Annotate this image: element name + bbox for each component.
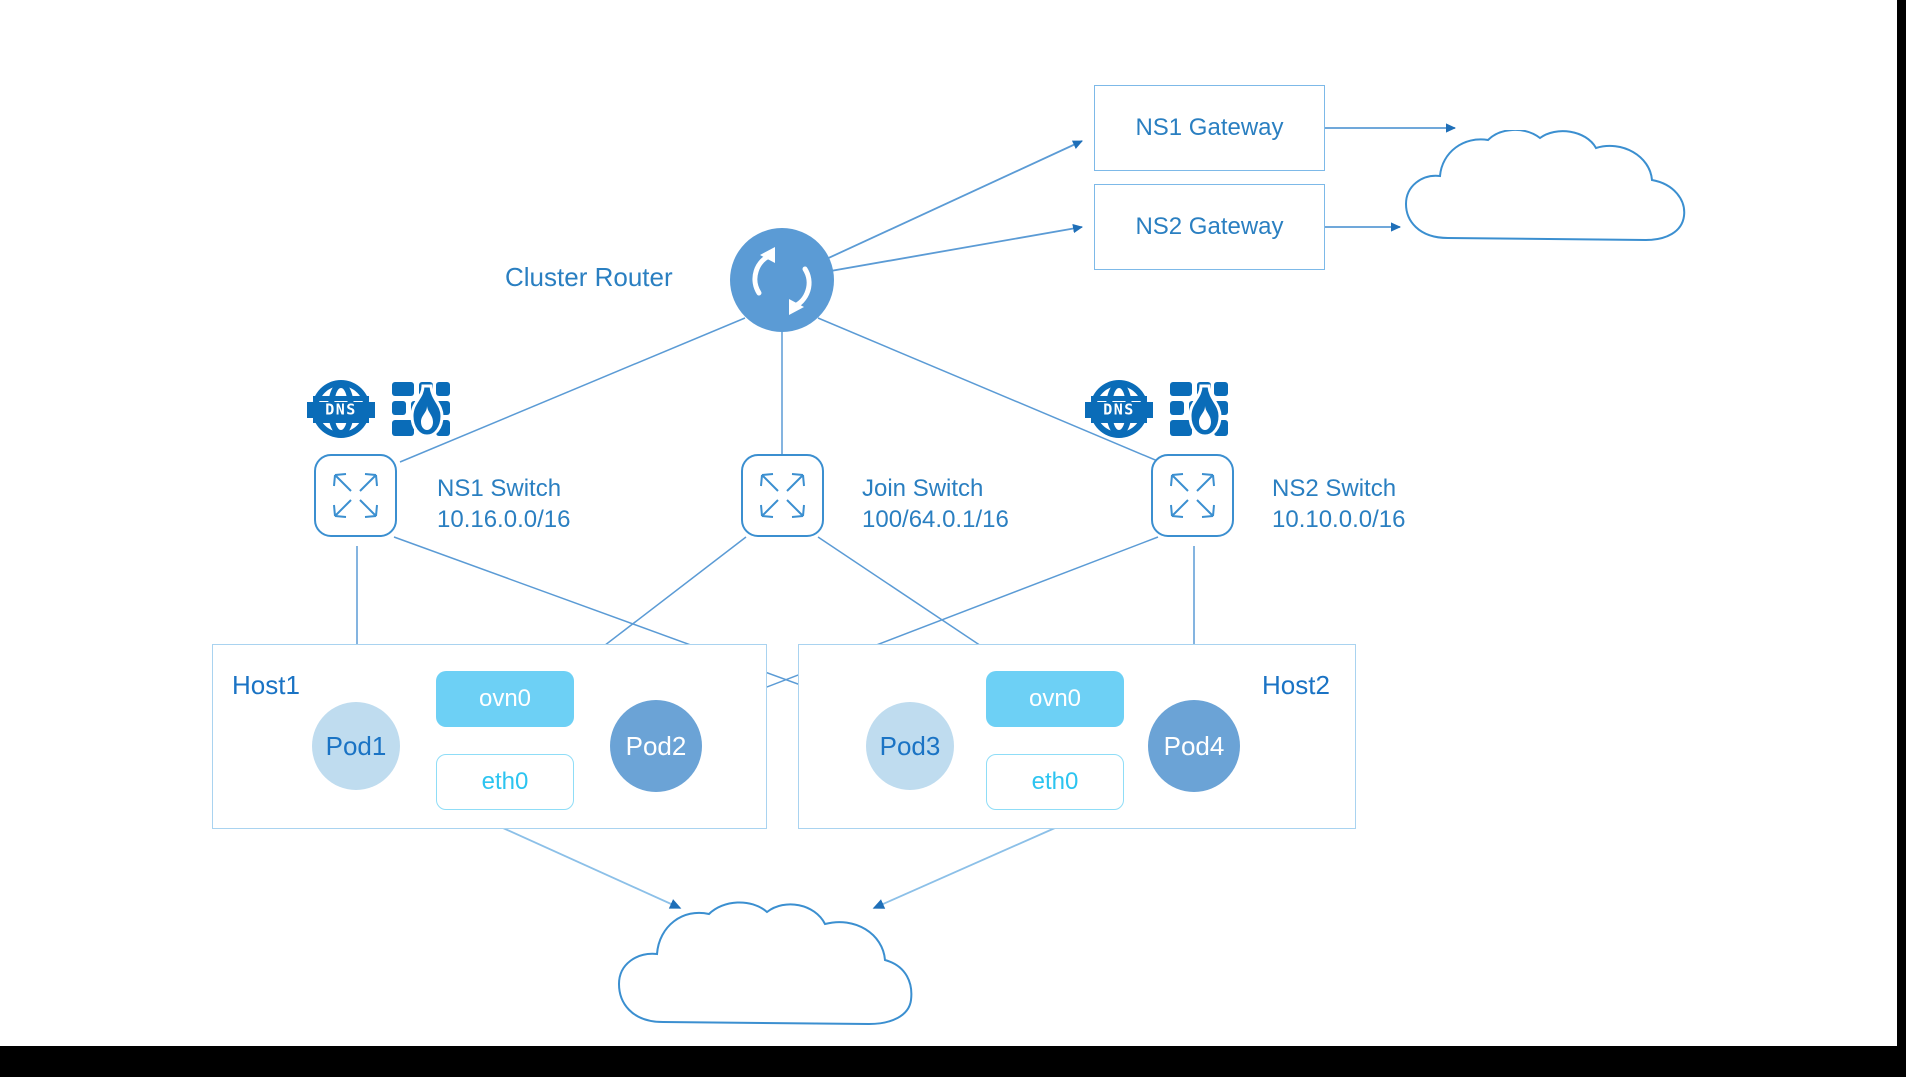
dns-icon: DNS [307, 380, 375, 438]
ns1-switch-icon[interactable] [313, 453, 398, 538]
cluster-router-icon[interactable] [727, 225, 837, 335]
ns1-gateway-box[interactable]: NS1 Gateway [1094, 85, 1325, 171]
host2-label: Host2 [1262, 670, 1330, 700]
pod4-label: Pod4 [1163, 730, 1225, 761]
pod4[interactable]: Pod4 [1148, 700, 1240, 792]
ns1-gateway-label: NS1 Gateway [1135, 114, 1284, 141]
pod3-label: Pod3 [879, 730, 941, 761]
host1-eth0-label: eth0 [481, 768, 529, 795]
ns2-switch-icon[interactable] [1150, 453, 1235, 538]
host2-eth0-label: eth0 [1031, 768, 1079, 795]
external-network-top-cloud [1404, 130, 1686, 242]
join-switch-icon[interactable] [740, 453, 825, 538]
frame-right-edge [1897, 0, 1906, 1077]
host2-ovn0[interactable]: ovn0 [986, 671, 1124, 727]
firewall-icon-2 [1170, 382, 1228, 438]
ns2-gateway-label: NS2 Gateway [1135, 213, 1284, 240]
ns2-gateway-box[interactable]: NS2 Gateway [1094, 184, 1325, 270]
host2-ovn0-label: ovn0 [1028, 685, 1082, 712]
host1-ovn0[interactable]: ovn0 [436, 671, 574, 727]
link-host2-cloud [872, 827, 1056, 909]
pod1[interactable]: Pod1 [312, 702, 400, 790]
svg-text:DNS: DNS [1103, 401, 1135, 419]
host1-ovn0-label: ovn0 [478, 685, 532, 712]
host1-label: Host1 [232, 670, 300, 700]
diagram-canvas: External Network NS1 Gateway NS2 Gateway… [0, 0, 1906, 1077]
frame-bottom-edge [0, 1046, 1906, 1077]
pod2-label: Pod2 [625, 730, 687, 761]
pod2[interactable]: Pod2 [610, 700, 702, 792]
link-host1-cloud [502, 827, 682, 909]
dns-icon-2: DNS [1085, 380, 1153, 438]
host1-eth0[interactable]: eth0 [436, 754, 574, 810]
firewall-icon [392, 382, 450, 438]
pod1-label: Pod1 [325, 730, 387, 761]
svg-text:DNS: DNS [325, 401, 357, 419]
host2-eth0[interactable]: eth0 [986, 754, 1124, 810]
pod3[interactable]: Pod3 [866, 702, 954, 790]
external-network-bottom-cloud [617, 901, 913, 1026]
